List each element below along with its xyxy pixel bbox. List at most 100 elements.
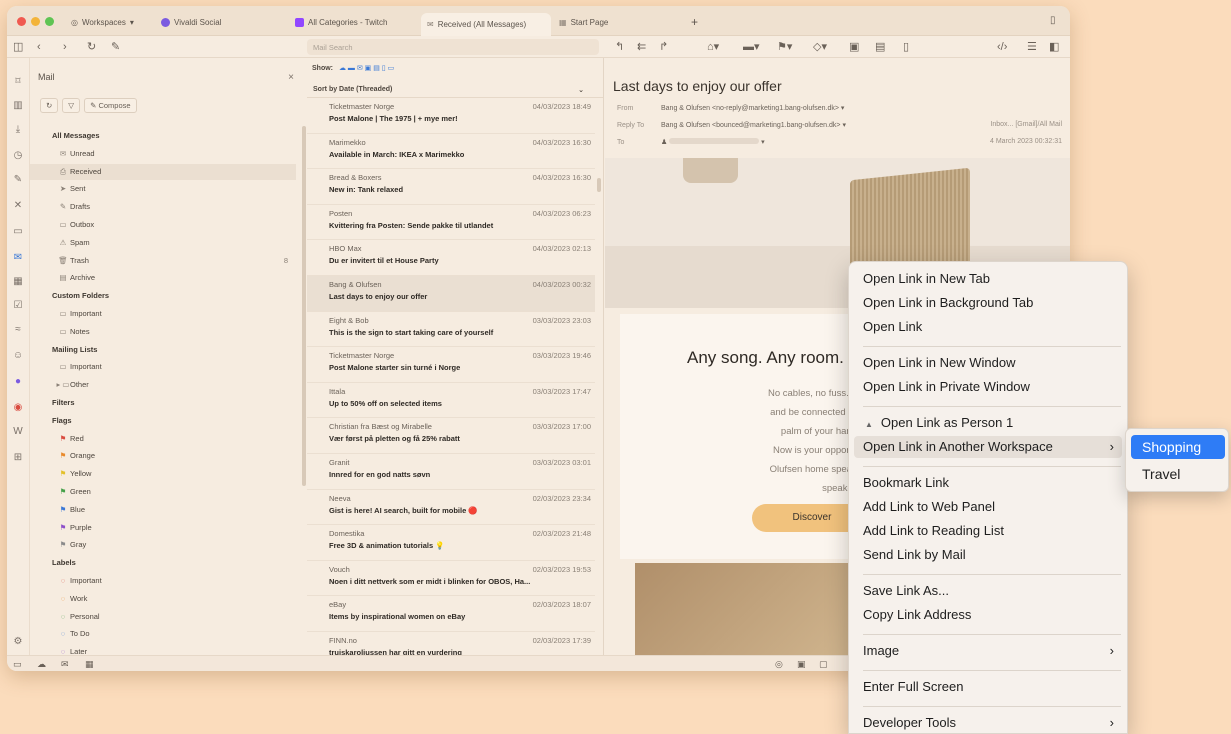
menu-item[interactable]: Add Link to Reading List: [854, 520, 1122, 542]
folder-item[interactable]: ⚑ Blue: [30, 502, 296, 518]
folder-item[interactable]: ⚠ Spam: [30, 235, 296, 251]
folder-item[interactable]: ▭ Outbox: [30, 217, 296, 233]
folder-item[interactable]: ✉ Unread: [30, 146, 296, 162]
folder-scrollbar[interactable]: [302, 126, 306, 486]
home-icon[interactable]: ⌂▾: [707, 40, 719, 54]
panel-toggle-icon[interactable]: ◫: [13, 40, 23, 54]
message-row[interactable]: Marimekko 04/03/2023 16:30 Available in Ma…: [307, 134, 595, 170]
window-icon[interactable]: ▭: [12, 226, 24, 238]
message-row[interactable]: HBO Max 04/03/2023 02:13 Du er invitert ti…: [307, 240, 595, 276]
workspaces-button[interactable]: ◎ Workspaces ▾: [65, 12, 155, 32]
folder-section-header[interactable]: Labels: [30, 555, 296, 571]
mail-panel-icon[interactable]: ✉: [12, 252, 24, 264]
forward-icon[interactable]: ›: [63, 40, 67, 54]
submenu-item[interactable]: Shopping: [1131, 435, 1225, 459]
capture-icon[interactable]: ◎: [775, 659, 783, 670]
menu-item[interactable]: Add Link to Web Panel: [854, 496, 1122, 518]
folder-item[interactable]: ⚑ Purple: [30, 520, 296, 536]
list-scrollbar[interactable]: [597, 178, 601, 192]
message-row[interactable]: Ticketmaster Norge 03/03/2023 19:46 Post M…: [307, 347, 595, 383]
close-icon[interactable]: ×: [288, 72, 294, 83]
filter-icons[interactable]: ☁ ▬ ✉ ▣ ▤ ▯ ▭: [339, 65, 394, 72]
folder-item[interactable]: ◌ Work: [30, 591, 296, 607]
feed-icon[interactable]: ≈: [12, 324, 24, 336]
message-row[interactable]: Eight & Bob 03/03/2023 23:03 This is the s…: [307, 312, 595, 348]
folder-item[interactable]: ⚑ Red: [30, 431, 296, 447]
reload-icon[interactable]: ↻: [87, 40, 96, 54]
folder-item[interactable]: ▸ ▭Other: [30, 377, 296, 393]
calendar-icon[interactable]: ▦: [85, 659, 94, 670]
compose-button[interactable]: ✎ Compose: [84, 98, 137, 113]
folder-item[interactable]: ▭ Notes: [30, 324, 296, 340]
folder-item[interactable]: ⚑ Yellow: [30, 466, 296, 482]
mail-icon[interactable]: ✉: [61, 659, 69, 670]
folder-section-header[interactable]: Mailing Lists: [30, 342, 296, 358]
new-tab-button[interactable]: +: [685, 12, 705, 32]
message-row[interactable]: eBay 02/03/2023 18:07 Items by inspiration…: [307, 596, 595, 632]
reply-icon[interactable]: ↰: [615, 40, 624, 54]
tab-twitch[interactable]: All Categories - Twitch: [289, 12, 419, 32]
menu-item[interactable]: ▲ Open Link as Person 1: [854, 412, 1122, 434]
tasks-icon[interactable]: ☑: [12, 300, 24, 312]
folder-item[interactable]: ⎙ Received: [30, 163, 296, 180]
forward-mail-icon[interactable]: ↱: [659, 40, 668, 54]
tab-vivaldi-social[interactable]: Vivaldi Social: [155, 12, 285, 32]
pocket-icon[interactable]: ◉: [12, 402, 24, 414]
add-panel-icon[interactable]: ⊞: [12, 452, 24, 464]
mastodon-panel-icon[interactable]: ●: [12, 376, 24, 388]
folder-item[interactable]: ◌ Important: [30, 573, 296, 589]
folder-section-header[interactable]: Filters: [30, 395, 296, 411]
menu-item[interactable]: Open Link in Background Tab: [854, 292, 1122, 314]
edit-icon[interactable]: ✎: [111, 40, 120, 54]
folder-icon[interactable]: ▬▾: [743, 40, 760, 54]
folder-section-header[interactable]: Flags: [30, 413, 296, 429]
history-icon[interactable]: ◷: [12, 150, 24, 162]
message-row[interactable]: Ticketmaster Norge 04/03/2023 18:49 Post M…: [307, 98, 595, 134]
layout-icon[interactable]: ◧: [1049, 40, 1059, 54]
tiling-icon[interactable]: ▣: [797, 659, 806, 670]
folder-item[interactable]: ◌ To Do: [30, 626, 296, 642]
menu-item[interactable]: Open Link in Another Workspace ›: [854, 436, 1122, 458]
delete-icon[interactable]: ▯: [903, 40, 909, 54]
bookmark-icon[interactable]: ⌑: [12, 76, 24, 88]
calendar-icon[interactable]: ▦: [12, 276, 24, 288]
folder-item[interactable]: ⚑ Orange: [30, 448, 296, 464]
download-icon[interactable]: ⤓: [12, 124, 24, 136]
menu-item[interactable]: Open Link in New Window: [854, 352, 1122, 374]
folder-item[interactable]: ▭ Important: [30, 359, 296, 375]
folder-section-header[interactable]: Custom Folders: [30, 288, 296, 304]
folder-item[interactable]: ➤ Sent: [30, 181, 296, 197]
menu-item[interactable]: Open Link in New Tab: [854, 268, 1122, 290]
submenu-item[interactable]: Travel: [1131, 462, 1225, 486]
mail-search-input[interactable]: Mail Search: [307, 39, 599, 55]
settings-icon[interactable]: ⚙: [12, 636, 24, 648]
menu-item[interactable]: Open Link in Private Window: [854, 376, 1122, 398]
folder-item[interactable]: ⚑ Green: [30, 484, 296, 500]
label-icon[interactable]: ◇▾: [813, 40, 827, 54]
folder-item[interactable]: ⚑ Gray: [30, 537, 296, 553]
zoom-window-button[interactable]: [45, 17, 54, 26]
message-row[interactable]: Bread & Boxers 04/03/2023 16:30 New in: Ta…: [307, 169, 595, 205]
contacts-icon[interactable]: ☺: [12, 350, 24, 362]
notes-icon[interactable]: ✎: [12, 174, 24, 186]
sort-bar[interactable]: Sort by Date (Threaded) ⌄: [307, 82, 603, 98]
menu-item[interactable]: Open Link: [854, 316, 1122, 338]
translate-icon[interactable]: ✕: [12, 200, 24, 212]
folder-item[interactable]: 🗑 Trash 8: [30, 253, 296, 269]
cloud-icon[interactable]: ☁: [37, 659, 46, 670]
reading-icon[interactable]: ▥: [12, 100, 24, 112]
menu-item[interactable]: Image ›: [854, 640, 1122, 662]
folder-item[interactable]: ▭ Important: [30, 306, 296, 322]
message-row[interactable]: Bang & Olufsen 04/03/2023 00:32 Last days …: [307, 276, 595, 312]
message-row[interactable]: Domestika 02/03/2023 21:48 Free 3D & anima…: [307, 525, 595, 561]
close-window-button[interactable]: [17, 17, 26, 26]
folder-item[interactable]: ◌ Personal: [30, 609, 296, 625]
menu-item[interactable]: Send Link by Mail: [854, 544, 1122, 566]
spam-icon[interactable]: ▣: [849, 40, 859, 54]
menu-item[interactable]: Developer Tools ›: [854, 712, 1122, 734]
message-row[interactable]: Neeva 02/03/2023 23:34 Gist is here! AI se…: [307, 490, 595, 526]
menu-item[interactable]: Enter Full Screen: [854, 676, 1122, 698]
menu-item[interactable]: Copy Link Address: [854, 604, 1122, 626]
list-icon[interactable]: ☰: [1027, 40, 1037, 54]
archive-icon[interactable]: ▤: [875, 40, 885, 54]
